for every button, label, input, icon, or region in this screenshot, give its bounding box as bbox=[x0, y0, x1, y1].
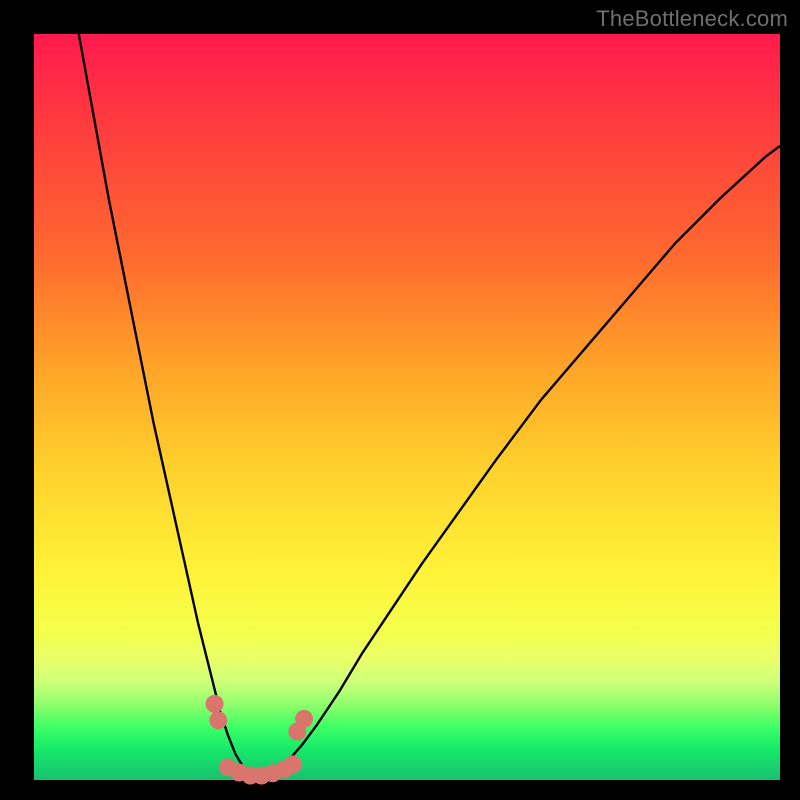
curve-left-branch bbox=[79, 34, 258, 779]
chart-curves-svg bbox=[34, 34, 780, 780]
valley-markers bbox=[206, 695, 314, 785]
watermark-text: TheBottleneck.com bbox=[596, 6, 788, 32]
valley-marker bbox=[209, 711, 227, 729]
valley-marker bbox=[295, 710, 313, 728]
valley-marker bbox=[284, 755, 302, 773]
valley-marker bbox=[206, 695, 224, 713]
curve-right-branch bbox=[258, 146, 780, 779]
chart-frame: TheBottleneck.com bbox=[0, 0, 800, 800]
